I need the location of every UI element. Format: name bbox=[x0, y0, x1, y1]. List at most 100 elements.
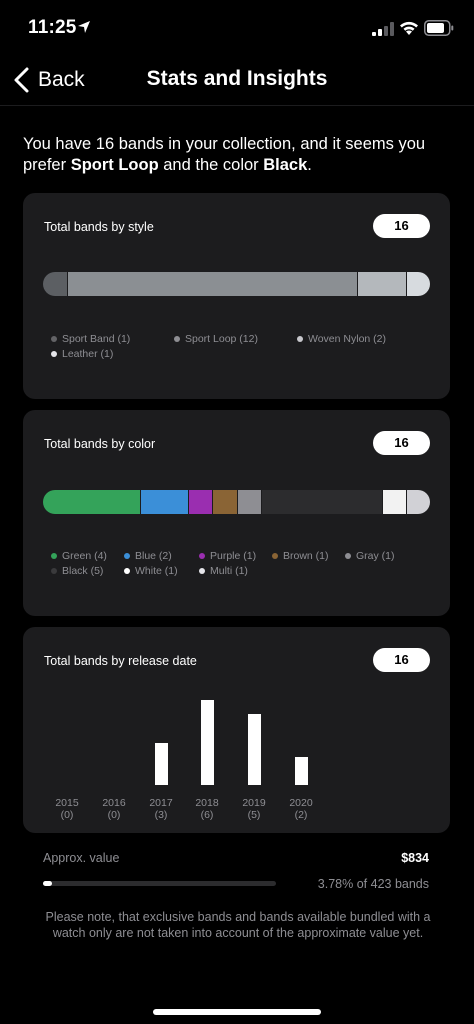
status-time: 11:25 bbox=[28, 17, 77, 38]
segment-woven-nylon bbox=[357, 272, 406, 296]
legend-dot-icon bbox=[199, 568, 205, 574]
legend-label: Purple (1) bbox=[210, 550, 257, 562]
color-card-title: Total bands by color bbox=[44, 437, 156, 451]
release-date-chart: 2015 (0) 2016 (0) 2017 (3) 2018 (6) 2019 (5) 2020(… bbox=[23, 627, 450, 832]
legend-item: White (1) bbox=[124, 565, 178, 577]
segment-brown bbox=[212, 490, 237, 514]
x-tick-label: 2015 (0) bbox=[47, 797, 87, 821]
segment-blue bbox=[139, 490, 189, 514]
legend-dot-icon bbox=[272, 553, 278, 559]
segment-gray bbox=[236, 490, 261, 514]
legend-label: Brown (1) bbox=[283, 550, 329, 562]
bar-2018 bbox=[200, 700, 214, 785]
style-card-title: Total bands by style bbox=[44, 220, 154, 234]
location-arrow-icon bbox=[78, 21, 90, 33]
approx-value-amount: $834 bbox=[401, 851, 429, 865]
x-tick-label: 2019 (5) bbox=[234, 797, 274, 821]
collection-progress-text: 3.78% of 423 bands bbox=[317, 877, 429, 891]
segment-sport-band bbox=[43, 272, 68, 296]
segment-black bbox=[260, 490, 382, 514]
style-distribution-bar bbox=[43, 272, 430, 296]
legend-dot-icon bbox=[174, 336, 180, 342]
legend-item: Black (5) bbox=[51, 565, 103, 577]
legend-item: Sport Band (1) bbox=[51, 333, 130, 345]
segment-multi bbox=[405, 490, 430, 514]
legend-dot-icon bbox=[51, 351, 57, 357]
style-legend: Sport Band (1) Sport Loop (12) Woven Nylon… bbox=[51, 333, 431, 373]
legend-item: Green (4) bbox=[51, 550, 107, 562]
approx-value-note: Please note, that exclusive bands and ba… bbox=[45, 910, 431, 940]
release-date-card: Total bands by release date 16 2015 (0) 20… bbox=[23, 627, 450, 833]
x-tick-label: 2016 (0) bbox=[94, 797, 134, 821]
navigation-bar: Back Stats and Insights bbox=[0, 56, 474, 106]
legend-label: Leather (1) bbox=[62, 348, 114, 360]
x-tick-label: 2020 (2) bbox=[281, 797, 321, 821]
segment-white bbox=[381, 490, 406, 514]
tick-count: (0) bbox=[60, 809, 74, 821]
legend-label: Black (5) bbox=[62, 565, 104, 577]
tick-count: (2) bbox=[294, 809, 308, 821]
color-card: Total bands by color 16 Green (4) Blue (2… bbox=[23, 410, 450, 616]
tick-count: (6) bbox=[200, 809, 214, 821]
color-count-badge: 16 bbox=[373, 431, 430, 455]
tick-year: 2018 bbox=[195, 797, 219, 809]
home-indicator bbox=[153, 1009, 321, 1015]
preferred-color: Black bbox=[263, 156, 308, 174]
preferred-style: Sport Loop bbox=[70, 156, 159, 174]
summary-text-3: . bbox=[307, 156, 312, 174]
page-title: Stats and Insights bbox=[146, 67, 328, 90]
approx-value-label: Approx. value bbox=[43, 851, 120, 865]
tick-count: (0) bbox=[107, 809, 121, 821]
legend-dot-icon bbox=[199, 553, 205, 559]
segment-sport-loop bbox=[67, 272, 358, 296]
summary-text-2: and the color bbox=[158, 156, 264, 174]
legend-label: Sport Loop (12) bbox=[185, 333, 258, 345]
segment-green bbox=[43, 490, 140, 514]
legend-item: Gray (1) bbox=[345, 550, 395, 562]
status-bar: 11:25 bbox=[0, 0, 474, 56]
legend-label: Blue (2) bbox=[135, 550, 172, 562]
legend-dot-icon bbox=[124, 568, 130, 574]
tick-year: 2020 bbox=[289, 797, 313, 809]
legend-item: Leather (1) bbox=[51, 348, 113, 360]
legend-item: Brown (1) bbox=[272, 550, 329, 562]
collection-progress-bar bbox=[43, 881, 276, 886]
legend-item: Sport Loop (12) bbox=[174, 333, 258, 345]
legend-item: Purple (1) bbox=[199, 550, 256, 562]
style-count-badge: 16 bbox=[373, 214, 430, 238]
x-tick-label: 2017 (3) bbox=[141, 797, 181, 821]
legend-label: White (1) bbox=[135, 565, 178, 577]
tick-year: 2019 bbox=[242, 797, 266, 809]
tick-count: (3) bbox=[154, 809, 168, 821]
tick-year: 2017 bbox=[149, 797, 173, 809]
legend-label: Multi (1) bbox=[210, 565, 248, 577]
legend-label: Green (4) bbox=[62, 550, 107, 562]
collection-progress-fill bbox=[43, 881, 53, 886]
legend-dot-icon bbox=[345, 553, 351, 559]
legend-dot-icon bbox=[51, 553, 57, 559]
legend-dot-icon bbox=[51, 336, 57, 342]
segment-purple bbox=[188, 490, 213, 514]
battery-icon bbox=[424, 20, 454, 36]
segment-leather bbox=[405, 272, 430, 296]
legend-dot-icon bbox=[124, 553, 130, 559]
legend-label: Gray (1) bbox=[356, 550, 395, 562]
x-tick-label: 2018 (6) bbox=[187, 797, 227, 821]
legend-item: Blue (2) bbox=[124, 550, 172, 562]
color-legend: Green (4) Blue (2) Purple (1) Brown (1) Gray… bbox=[51, 550, 431, 590]
legend-item: Multi (1) bbox=[199, 565, 248, 577]
cellular-signal-icon bbox=[372, 22, 394, 36]
wifi-icon bbox=[400, 21, 418, 35]
tick-year: 2016 bbox=[102, 797, 126, 809]
bar-2019 bbox=[247, 714, 261, 785]
style-card: Total bands by style 16 Sport Band (1) Sp… bbox=[23, 193, 450, 399]
tick-year: 2015 bbox=[55, 797, 79, 809]
legend-label: Sport Band (1) bbox=[62, 333, 131, 345]
legend-label: Woven Nylon (2) bbox=[308, 333, 387, 345]
legend-item: Woven Nylon (2) bbox=[297, 333, 386, 345]
legend-dot-icon bbox=[297, 336, 303, 342]
bar-2020 bbox=[294, 756, 308, 785]
bar-2017 bbox=[154, 742, 168, 785]
legend-dot-icon bbox=[51, 568, 57, 574]
collection-summary: You have 16 bands in your collection, an… bbox=[23, 134, 453, 176]
